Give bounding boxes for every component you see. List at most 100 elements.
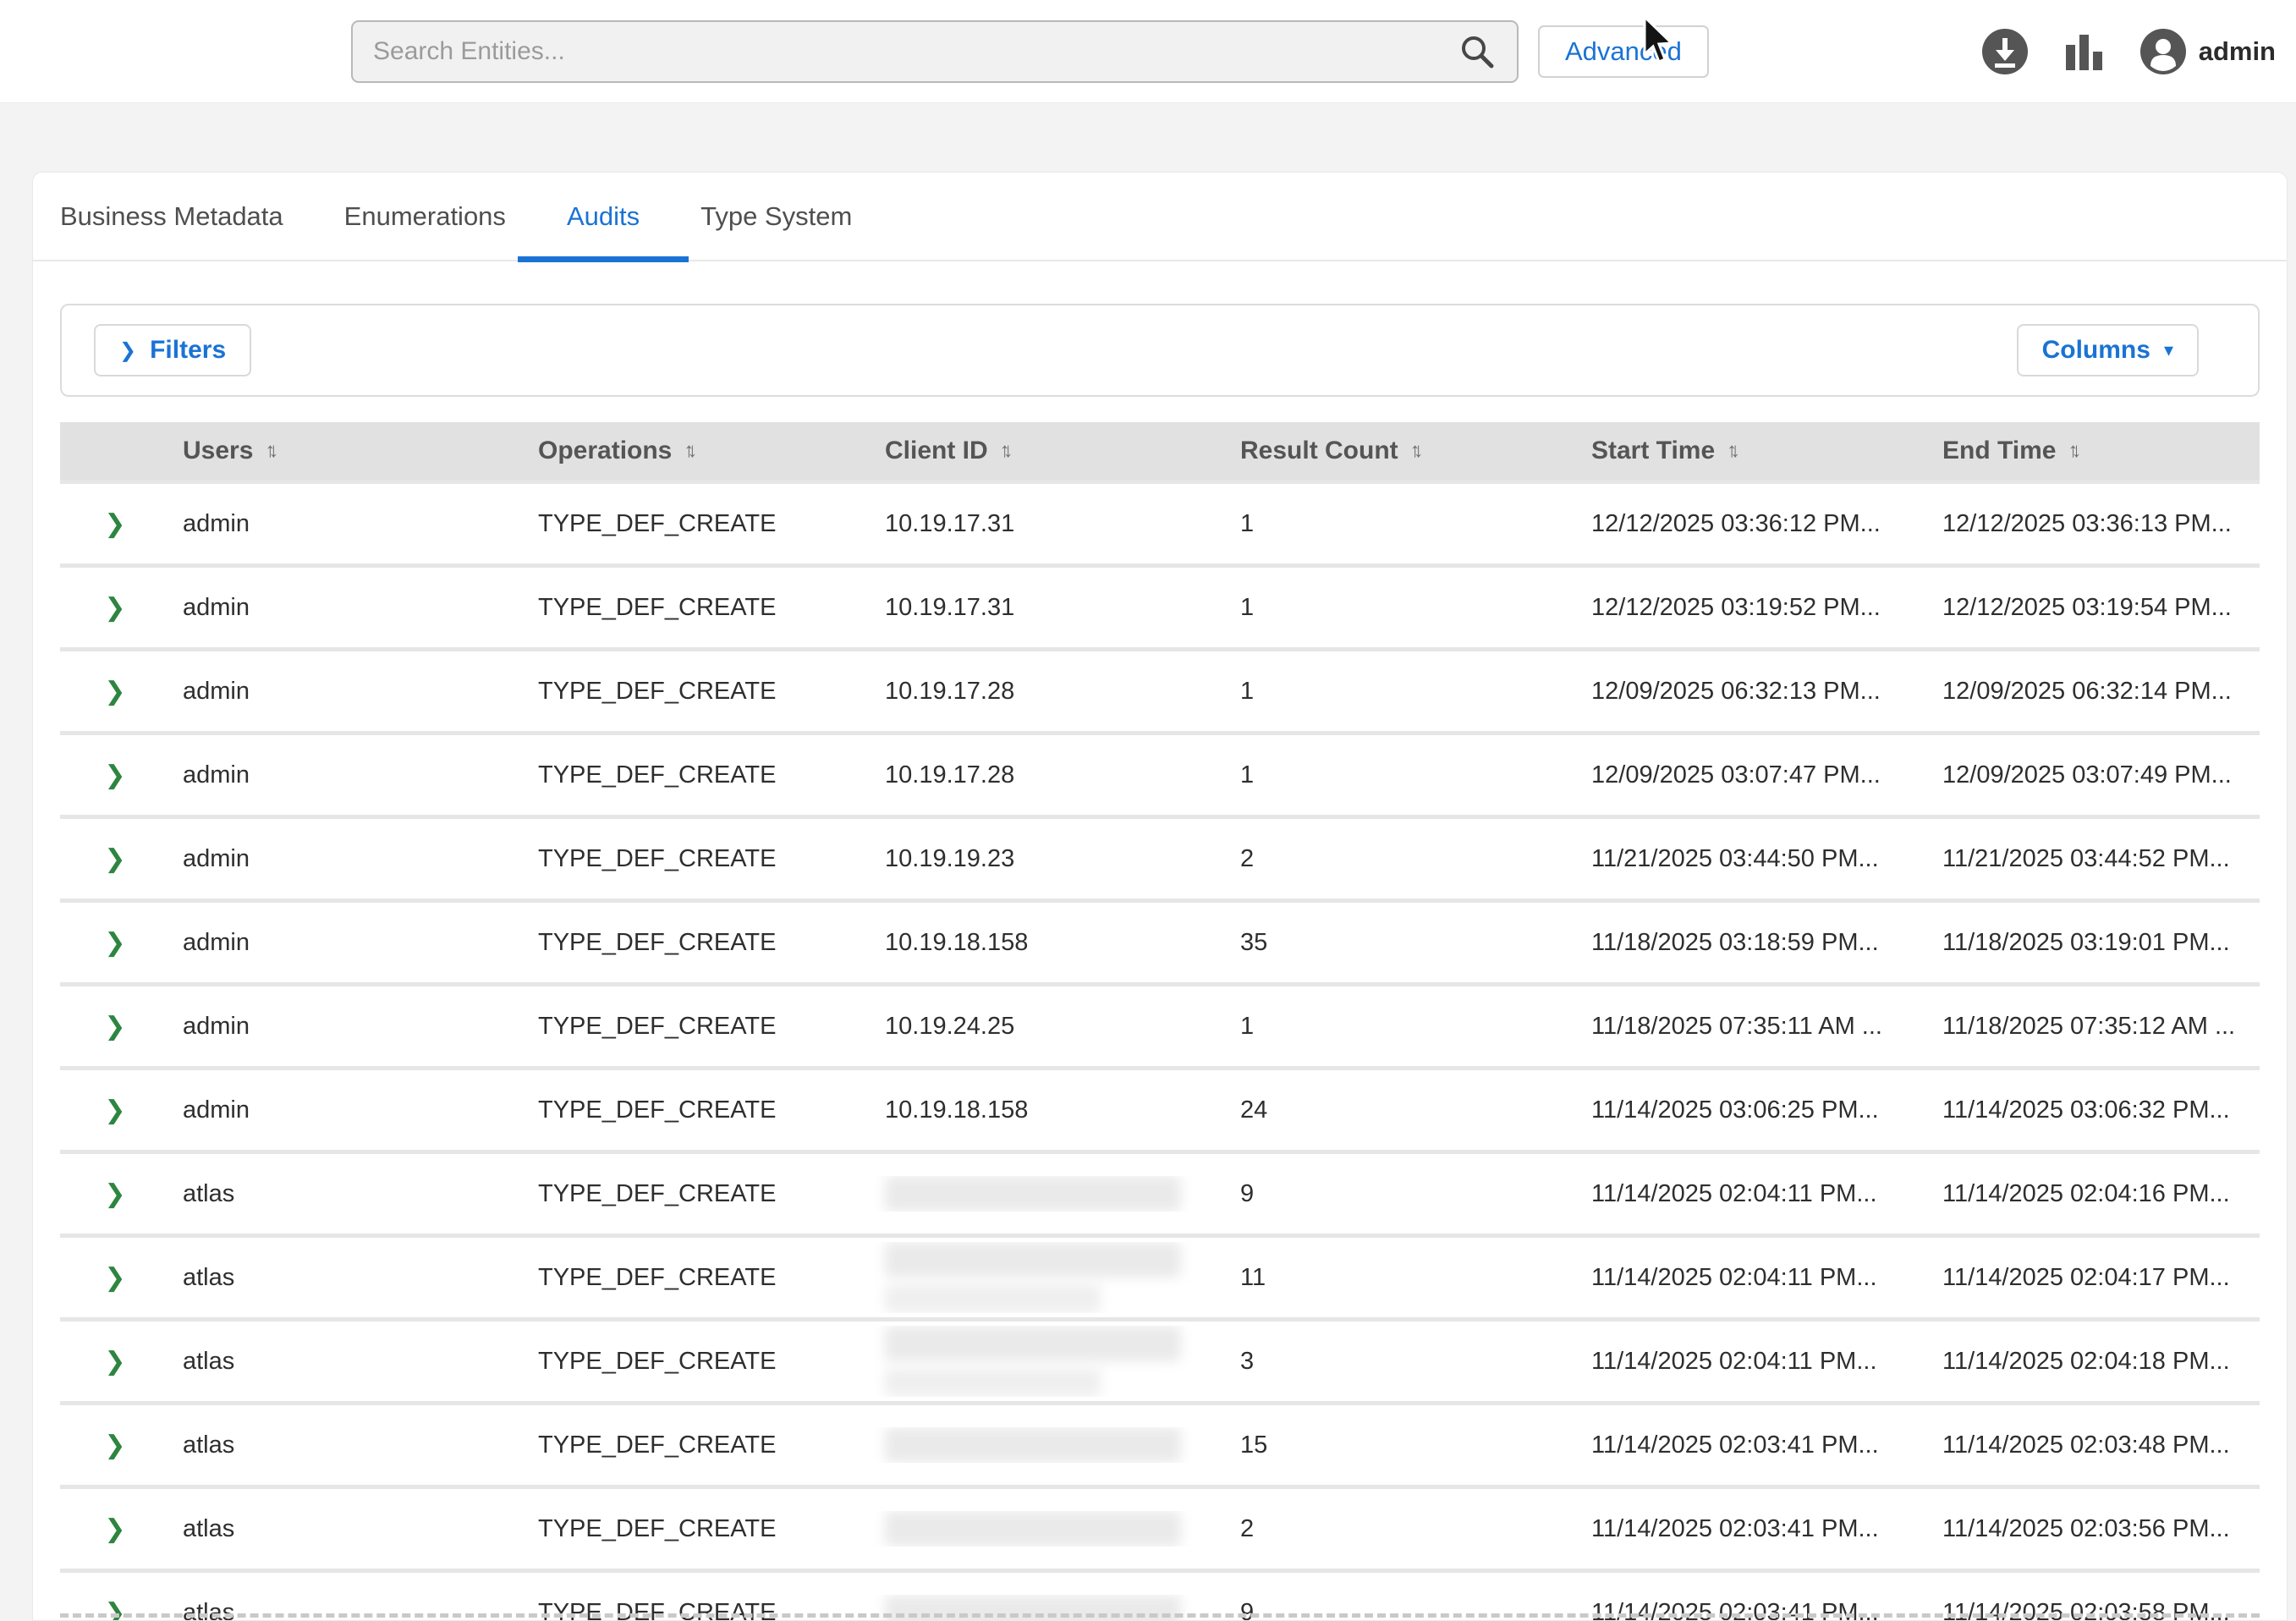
tab-enumerations[interactable]: Enumerations <box>344 172 506 261</box>
column-header-end-time[interactable]: End Time ↑↓ <box>1930 437 2260 465</box>
column-label: Operations <box>538 437 672 465</box>
cell-end-time: 11/14/2025 02:03:48 PM... <box>1930 1431 2260 1459</box>
username-label: admin <box>2199 36 2276 67</box>
cell-end-time: 11/14/2025 03:06:32 PM... <box>1930 1096 2260 1124</box>
cell-operation: TYPE_DEF_CREATE <box>525 1013 872 1041</box>
top-bar: Advanced <box>0 0 2296 103</box>
column-header-result-count[interactable]: Result Count ↑↓ <box>1228 437 1579 465</box>
row-expander[interactable]: ❯ <box>60 1347 170 1376</box>
tab-audits[interactable]: Audits <box>567 172 640 261</box>
cell-users: admin <box>170 678 525 706</box>
chevron-right-icon: ❯ <box>104 1012 125 1041</box>
sort-icon: ↑↓ <box>2068 439 2081 463</box>
row-expander[interactable]: ❯ <box>60 1096 170 1125</box>
cell-start-time: 11/14/2025 03:06:25 PM... <box>1579 1096 1930 1124</box>
tab-business-metadata[interactable]: Business Metadata <box>60 172 283 261</box>
cell-operation: TYPE_DEF_CREATE <box>525 678 872 706</box>
column-label: Client ID <box>885 437 988 465</box>
row-expander[interactable]: ❯ <box>60 1012 170 1041</box>
sort-icon: ↑↓ <box>1410 439 1424 463</box>
user-menu[interactable]: admin <box>2139 28 2276 75</box>
cell-operation: TYPE_DEF_CREATE <box>525 1599 872 1621</box>
columns-button[interactable]: Columns ▾ <box>2017 324 2199 376</box>
table-row: ❯ admin TYPE_DEF_CREATE 10.19.18.158 35 … <box>60 898 2260 982</box>
cell-operation: TYPE_DEF_CREATE <box>525 594 872 622</box>
filters-button[interactable]: ❯ Filters <box>94 324 251 376</box>
cell-start-time: 11/21/2025 03:44:50 PM... <box>1579 845 1930 873</box>
table-row: ❯ admin TYPE_DEF_CREATE 10.19.19.23 2 11… <box>60 815 2260 898</box>
row-expander[interactable]: ❯ <box>60 1263 170 1293</box>
search-input[interactable] <box>373 37 1458 66</box>
advanced-search-button[interactable]: Advanced <box>1538 25 1709 78</box>
filters-label: Filters <box>150 336 226 365</box>
cell-users: atlas <box>170 1515 525 1543</box>
cell-end-time: 11/18/2025 07:35:12 AM ... <box>1930 1013 2260 1041</box>
redacted-client-id <box>885 1326 1181 1361</box>
cell-client-id: 10.19.18.158 <box>872 1096 1228 1124</box>
cell-users: admin <box>170 1013 525 1041</box>
cell-users: atlas <box>170 1264 525 1292</box>
cell-users: atlas <box>170 1431 525 1459</box>
chevron-right-icon: ❯ <box>104 1347 125 1376</box>
statistics-bar-chart-icon[interactable] <box>2060 27 2109 76</box>
cell-end-time: 11/14/2025 02:03:56 PM... <box>1930 1515 2260 1543</box>
cell-result-count: 3 <box>1228 1348 1579 1376</box>
column-label: Start Time <box>1591 437 1715 465</box>
cell-end-time: 12/09/2025 03:07:49 PM... <box>1930 761 2260 789</box>
row-expander[interactable]: ❯ <box>60 928 170 958</box>
redacted-client-id <box>885 1511 1181 1547</box>
screen: Advanced <box>0 0 2296 1621</box>
cell-end-time: 11/14/2025 02:04:17 PM... <box>1930 1264 2260 1292</box>
table-row: ❯ atlas TYPE_DEF_CREATE 3 11/14/2025 02:… <box>60 1317 2260 1401</box>
cell-end-time: 11/14/2025 02:04:16 PM... <box>1930 1180 2260 1208</box>
download-icon[interactable] <box>1980 27 2030 76</box>
chevron-right-icon: ❯ <box>104 1096 125 1125</box>
cell-users: admin <box>170 510 525 538</box>
row-expander[interactable]: ❯ <box>60 1431 170 1460</box>
cell-start-time: 11/14/2025 02:04:11 PM... <box>1579 1348 1930 1376</box>
column-header-start-time[interactable]: Start Time ↑↓ <box>1579 437 1930 465</box>
cell-users: admin <box>170 594 525 622</box>
cell-start-time: 11/14/2025 02:03:41 PM... <box>1579 1515 1930 1543</box>
column-header-operations[interactable]: Operations ↑↓ <box>525 437 872 465</box>
table-row: ❯ admin TYPE_DEF_CREATE 10.19.18.158 24 … <box>60 1066 2260 1150</box>
topbar-actions: admin <box>1980 0 2276 103</box>
cell-start-time: 11/18/2025 03:18:59 PM... <box>1579 929 1930 957</box>
row-expander[interactable]: ❯ <box>60 1514 170 1544</box>
admin-card: Business Metadata Enumerations Audits Ty… <box>32 172 2288 1621</box>
row-expander[interactable]: ❯ <box>60 1179 170 1209</box>
column-header-client-id[interactable]: Client ID ↑↓ <box>872 437 1228 465</box>
cell-end-time: 12/12/2025 03:36:13 PM... <box>1930 510 2260 538</box>
sort-icon: ↑↓ <box>265 439 278 463</box>
row-expander[interactable]: ❯ <box>60 761 170 790</box>
table-row: ❯ atlas TYPE_DEF_CREATE 2 11/14/2025 02:… <box>60 1485 2260 1569</box>
table-row: ❯ admin TYPE_DEF_CREATE 10.19.17.28 1 12… <box>60 731 2260 815</box>
cell-result-count: 11 <box>1228 1264 1579 1292</box>
search-icon[interactable] <box>1458 32 1497 71</box>
row-expander[interactable]: ❯ <box>60 677 170 706</box>
cell-end-time: 11/14/2025 02:04:18 PM... <box>1930 1348 2260 1376</box>
redacted-client-id <box>885 1284 1101 1313</box>
cell-users: atlas <box>170 1348 525 1376</box>
redacted-client-id <box>885 1368 1101 1397</box>
row-expander[interactable]: ❯ <box>60 844 170 874</box>
audit-table-header: Users ↑↓ Operations ↑↓ Client ID ↑↓ Resu… <box>60 422 2260 480</box>
cell-end-time: 11/14/2025 02:03:58 PM... <box>1930 1599 2260 1621</box>
chevron-right-icon: ❯ <box>104 593 125 623</box>
table-row: ❯ atlas TYPE_DEF_CREATE 9 11/14/2025 02:… <box>60 1150 2260 1234</box>
filters-panel: ❯ Filters Columns ▾ <box>60 304 2260 397</box>
cell-result-count: 35 <box>1228 929 1579 957</box>
cell-client-id: 10.19.17.28 <box>872 678 1228 706</box>
row-expander[interactable]: ❯ <box>60 593 170 623</box>
chevron-right-icon: ❯ <box>104 1514 125 1544</box>
cell-result-count: 9 <box>1228 1180 1579 1208</box>
column-header-users[interactable]: Users ↑↓ <box>170 437 525 465</box>
tab-bar: Business Metadata Enumerations Audits Ty… <box>33 173 2287 261</box>
cell-result-count: 1 <box>1228 678 1579 706</box>
cell-client-id: 10.19.17.31 <box>872 594 1228 622</box>
cell-client-id: 10.19.17.31 <box>872 510 1228 538</box>
tab-type-system[interactable]: Type System <box>700 172 852 261</box>
cell-client-id <box>872 1511 1228 1547</box>
row-expander[interactable]: ❯ <box>60 509 170 539</box>
cell-start-time: 12/09/2025 03:07:47 PM... <box>1579 761 1930 789</box>
